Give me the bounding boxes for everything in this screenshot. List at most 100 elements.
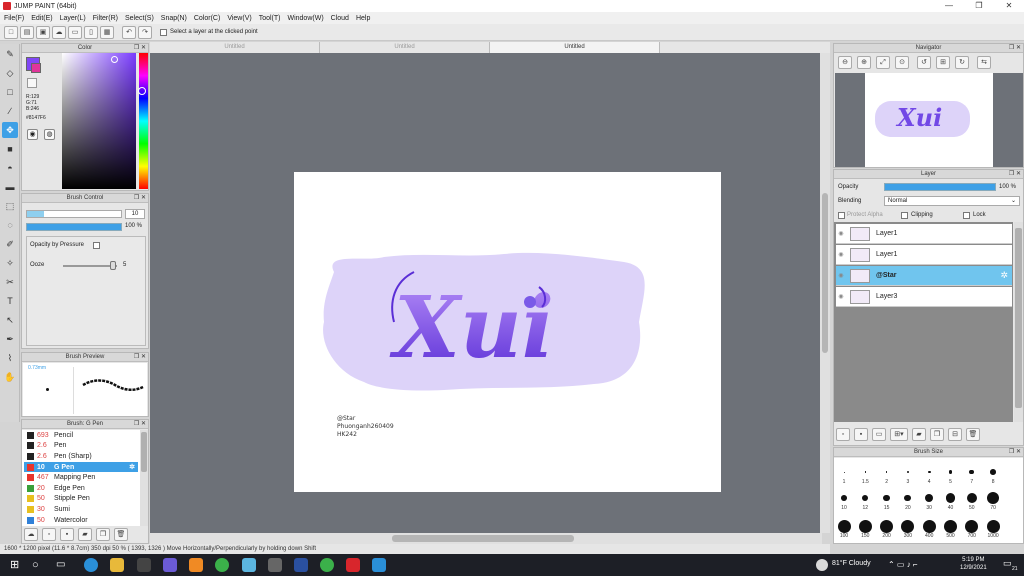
color-picker-cursor[interactable] xyxy=(111,56,118,63)
menu-tool[interactable]: Tool(T) xyxy=(259,15,281,22)
brush-item[interactable]: 2.6 Pen (Sharp) xyxy=(24,451,138,462)
select-layer-checkbox[interactable] xyxy=(160,28,167,36)
brush-cloud-icon[interactable]: ☁ xyxy=(24,528,38,541)
brush-size-dot[interactable] xyxy=(901,519,915,533)
brush-size-dot[interactable] xyxy=(837,519,851,533)
new-text-layer-icon[interactable]: ▭ xyxy=(872,428,886,441)
menu-file[interactable]: File(F) xyxy=(4,15,24,22)
visibility-icon[interactable]: ◉ xyxy=(836,293,846,300)
brush-item[interactable]: 50 Watercolor xyxy=(24,514,138,526)
blending-select[interactable]: Normal ⌄ xyxy=(884,196,1020,206)
reset-view-icon[interactable]: ⊞ xyxy=(936,56,950,69)
move-tool-icon[interactable]: ✥ xyxy=(2,122,18,138)
rotate-right-icon[interactable]: ↻ xyxy=(955,56,969,69)
actual-size-icon[interactable]: ⊙ xyxy=(895,56,909,69)
zoom-out-icon[interactable]: ⊖ xyxy=(838,56,852,69)
menu-layer[interactable]: Layer(L) xyxy=(60,15,86,22)
new-file-icon[interactable]: □ xyxy=(4,25,18,39)
brush-size-dot[interactable] xyxy=(904,494,912,502)
color-set-icon[interactable]: ◍ xyxy=(44,129,55,140)
brush-size-dot[interactable] xyxy=(945,493,956,503)
operation-tool-icon[interactable]: ↖ xyxy=(2,312,18,328)
layer-row[interactable]: ◉ Layer1 xyxy=(836,245,1012,265)
cloud-save-icon[interactable]: ☁ xyxy=(52,25,66,39)
shape-tool-icon[interactable]: □ xyxy=(2,84,18,100)
fit-window-icon[interactable]: ⤢ xyxy=(876,56,890,69)
brush-folder-icon[interactable]: ▰ xyxy=(78,528,92,541)
app-orange-icon[interactable] xyxy=(189,558,203,572)
brush-delete-icon[interactable]: 🗑 xyxy=(114,528,128,541)
brush-opacity-slider[interactable] xyxy=(26,223,122,231)
undo-icon[interactable]: ↶ xyxy=(122,25,136,39)
hue-slider[interactable] xyxy=(139,53,148,189)
flip-icon[interactable]: ⇆ xyxy=(977,56,991,69)
delete-layer-icon[interactable]: 🗑 xyxy=(966,428,980,441)
transparent-swatch[interactable] xyxy=(27,78,37,88)
new-layer-icon[interactable]: ▫ xyxy=(836,428,850,441)
brush-size-input[interactable]: 10 xyxy=(125,209,145,219)
menu-help[interactable]: Help xyxy=(356,15,370,22)
minimize-button[interactable]: — xyxy=(934,0,964,12)
add-layer-menu-icon[interactable]: ⊞▾ xyxy=(890,428,908,441)
save-icon[interactable]: ▣ xyxy=(36,25,50,39)
tab-untitled-1[interactable]: Untitled xyxy=(150,42,320,53)
brush-item[interactable]: 20 Edge Pen xyxy=(24,483,138,494)
gradient-tool-icon[interactable]: ▬ xyxy=(2,179,18,195)
page-icon[interactable]: ▭ xyxy=(68,25,82,39)
zoom-in-icon[interactable]: ⊕ xyxy=(857,56,871,69)
brush-size-dot[interactable] xyxy=(906,470,909,474)
layer-settings-icon[interactable]: ✲ xyxy=(1000,270,1008,281)
brush-size-dot[interactable] xyxy=(987,492,1000,504)
vertical-scroll-thumb[interactable] xyxy=(822,193,828,353)
menu-view[interactable]: View(V) xyxy=(227,15,251,22)
brush-size-dot[interactable] xyxy=(966,492,978,504)
layer-row[interactable]: ◉ Layer3 xyxy=(836,287,1012,307)
system-tray-icons[interactable]: ⌃ ▭ ♪ ⌐ xyxy=(888,560,918,569)
menu-color[interactable]: Color(C) xyxy=(194,15,220,22)
file-explorer-icon[interactable] xyxy=(110,558,124,572)
brush-item[interactable]: 50 Stipple Pen xyxy=(24,493,138,505)
ooze-slider-handle[interactable] xyxy=(110,261,116,270)
layer-opacity-slider[interactable] xyxy=(884,183,996,191)
menu-window[interactable]: Window(W) xyxy=(287,15,323,22)
menu-filter[interactable]: Filter(R) xyxy=(93,15,118,22)
visibility-icon[interactable]: ◉ xyxy=(836,251,846,258)
maximize-button[interactable]: ❐ xyxy=(964,0,994,12)
hue-slider-handle[interactable] xyxy=(138,87,146,95)
text-tool-icon[interactable]: T xyxy=(2,293,18,309)
notification-icon[interactable]: ▭ xyxy=(1003,558,1012,569)
hand-tool-icon[interactable]: ✋ xyxy=(2,369,18,385)
saturation-brightness-picker[interactable] xyxy=(62,53,136,189)
new-halftone-layer-icon[interactable]: ▪ xyxy=(854,428,868,441)
layer-row-selected[interactable]: ◉ @Star ✲ xyxy=(836,266,1012,286)
tab-untitled-2[interactable]: Untitled xyxy=(320,42,490,53)
app-dark-blue-icon[interactable] xyxy=(294,558,308,572)
close-button[interactable]: ✕ xyxy=(994,0,1024,12)
brush-size-dot[interactable] xyxy=(948,470,953,474)
brush-size-dot[interactable] xyxy=(925,493,934,503)
brush-size-dot[interactable] xyxy=(965,519,979,533)
lock-checkbox[interactable] xyxy=(963,212,970,219)
brush-item[interactable]: 30 Sumi xyxy=(24,504,138,515)
brush-size-slider[interactable] xyxy=(26,210,122,218)
duplicate-layer-icon[interactable]: ❐ xyxy=(930,428,944,441)
line-tool-icon[interactable]: ∕ xyxy=(2,103,18,119)
redo-icon[interactable]: ↷ xyxy=(138,25,152,39)
menu-snap[interactable]: Snap(N) xyxy=(161,15,187,22)
clock[interactable]: 5:19 PM 12/9/2021 xyxy=(960,556,987,572)
windows-start-icon[interactable]: ⊞ xyxy=(10,558,24,572)
brush-size-dot[interactable] xyxy=(858,519,872,533)
menu-select[interactable]: Select(S) xyxy=(125,15,154,22)
brush-size-grid[interactable]: 1 1.5 2 3 4 5 7 8 10 12 15 20 30 40 50 70 100 150 200 300 40… xyxy=(834,458,1023,543)
brush-settings-icon[interactable]: ✲ xyxy=(129,463,135,471)
canvas-vertical-scrollbar[interactable] xyxy=(820,53,830,533)
visibility-icon[interactable]: ◉ xyxy=(836,272,846,279)
secondary-color-swatch[interactable] xyxy=(31,63,41,73)
app-blue-icon[interactable] xyxy=(242,558,256,572)
teams-icon[interactable] xyxy=(163,558,177,572)
brush-size-dot[interactable] xyxy=(969,469,975,475)
task-view-icon[interactable]: ▭ xyxy=(56,558,70,572)
store-icon[interactable] xyxy=(137,558,151,572)
brush-add-icon[interactable]: ▪ xyxy=(60,528,74,541)
layer-list-scrollbar[interactable] xyxy=(1014,222,1023,422)
